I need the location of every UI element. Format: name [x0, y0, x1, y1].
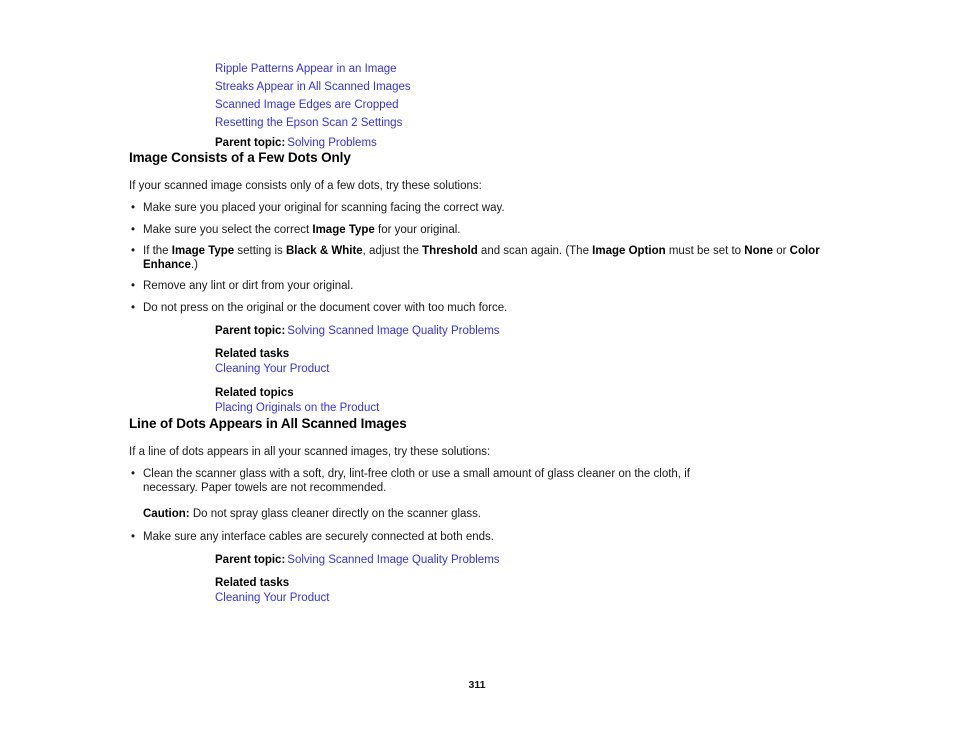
- related-topics-heading: Related topics: [215, 387, 294, 399]
- list-item: • Make sure you select the correct Image…: [129, 224, 829, 238]
- topic-link[interactable]: Scanned Image Edges are Cropped: [215, 96, 829, 114]
- topic-link[interactable]: Streaks Appear in All Scanned Images: [215, 78, 829, 96]
- list-item-text: Make sure you select the correct Image T…: [143, 223, 461, 236]
- parent-topic-label: Parent topic:: [215, 325, 286, 337]
- topic-link[interactable]: Ripple Patterns Appear in an Image: [215, 60, 829, 78]
- solutions-list: • Clean the scanner glass with a soft, d…: [129, 468, 829, 495]
- emphasis-term: Threshold: [422, 245, 478, 257]
- bullet-icon: •: [131, 280, 136, 292]
- related-link[interactable]: Placing Originals on the Product: [215, 402, 379, 414]
- document-page: Ripple Patterns Appear in an Image Strea…: [0, 0, 954, 738]
- related-link[interactable]: Cleaning Your Product: [215, 592, 329, 604]
- emphasis-term: Image Type: [312, 223, 375, 236]
- emphasis-term: Black & White: [285, 245, 363, 257]
- parent-topic-line: Parent topic: Solving Scanned Image Quali…: [215, 324, 829, 338]
- related-link-row: Cleaning Your Product: [215, 591, 829, 606]
- parent-topic-link[interactable]: Solving Scanned Image Quality Problems: [287, 554, 499, 566]
- list-item: • Clean the scanner glass with a soft, d…: [129, 468, 736, 495]
- list-item-text: Make sure you placed your original for s…: [143, 202, 505, 214]
- section-intro: If a line of dots appears in all your sc…: [129, 446, 491, 458]
- topic-link-list: Ripple Patterns Appear in an Image Strea…: [215, 60, 829, 132]
- related-tasks-heading: Related tasks: [215, 577, 290, 589]
- list-item-text: Make sure any interface cables are secur…: [143, 530, 494, 543]
- parent-topic-link[interactable]: Solving Scanned Image Quality Problems: [287, 325, 499, 337]
- bullet-icon: •: [131, 245, 136, 257]
- bullet-icon: •: [131, 223, 136, 236]
- section-heading: Image Consists of a Few Dots Only: [129, 150, 351, 165]
- list-item-text: If the Image Type setting is Black & Whi…: [143, 245, 820, 271]
- section-intro: If your scanned image consists only of a…: [129, 180, 482, 192]
- list-item: • Remove any lint or dirt from your orig…: [129, 280, 829, 294]
- list-item-text: Do not press on the original or the docu…: [143, 301, 508, 314]
- emphasis-term: None: [744, 245, 774, 257]
- emphasis-term: Image Option: [592, 245, 666, 257]
- bullet-icon: •: [131, 202, 136, 214]
- caution-label: Caution:: [143, 508, 190, 520]
- related-link-row: Placing Originals on the Product: [215, 401, 829, 416]
- page-number: 311: [468, 679, 486, 691]
- parent-topic-label: Parent topic:: [215, 554, 286, 566]
- list-item: • If the Image Type setting is Black & W…: [129, 245, 829, 272]
- caution-text: Do not spray glass cleaner directly on t…: [189, 508, 482, 520]
- list-item-text: Remove any lint or dirt from your origin…: [143, 280, 354, 292]
- bullet-icon: •: [131, 530, 136, 543]
- list-item: • Make sure you placed your original for…: [129, 202, 829, 216]
- bullet-icon: •: [131, 468, 136, 480]
- caution-note: Caution: Do not spray glass cleaner dire…: [143, 508, 829, 522]
- emphasis-term: Image Type: [171, 245, 235, 257]
- parent-topic-label: Parent topic:: [215, 137, 286, 149]
- related-link[interactable]: Cleaning Your Product: [215, 363, 329, 375]
- parent-topic-line: Parent topic: Solving Problems: [215, 136, 829, 150]
- parent-topic-line: Parent topic: Solving Scanned Image Quali…: [215, 553, 829, 567]
- list-item: • Do not press on the original or the do…: [129, 302, 829, 316]
- related-link-row: Cleaning Your Product: [215, 362, 829, 377]
- bullet-icon: •: [131, 301, 136, 314]
- topic-link[interactable]: Resetting the Epson Scan 2 Settings: [215, 114, 829, 132]
- page-content: Ripple Patterns Appear in an Image Strea…: [129, 60, 829, 606]
- solutions-list: • Make sure you placed your original for…: [129, 202, 829, 315]
- list-item: • Make sure any interface cables are sec…: [129, 531, 829, 545]
- parent-topic-link[interactable]: Solving Problems: [287, 137, 376, 149]
- related-tasks-heading: Related tasks: [215, 348, 290, 360]
- solutions-list-continued: • Make sure any interface cables are sec…: [129, 531, 829, 545]
- list-item-text: Clean the scanner glass with a soft, dry…: [143, 468, 690, 494]
- section-heading: Line of Dots Appears in All Scanned Imag…: [129, 416, 407, 431]
